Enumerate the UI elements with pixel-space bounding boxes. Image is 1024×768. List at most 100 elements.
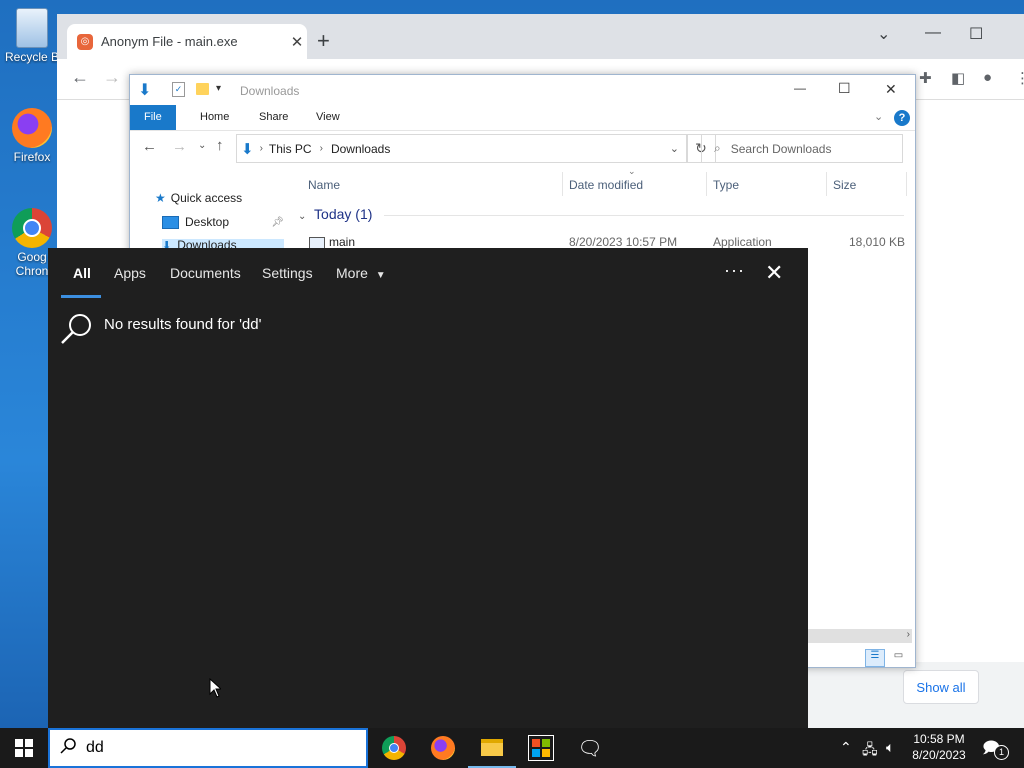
- breadcrumb-this-pc[interactable]: This PC: [269, 142, 312, 156]
- column-type[interactable]: Type: [713, 178, 739, 192]
- details-view-icon[interactable]: ☰: [865, 649, 885, 667]
- taskbar-store[interactable]: [517, 728, 565, 768]
- help-icon[interactable]: ?: [894, 110, 910, 126]
- desktop-icon-label: Firefox: [13, 150, 51, 164]
- search-filter-tabs: All Apps Documents Settings More ▼ ··· ✕: [48, 248, 808, 298]
- maximize-icon[interactable]: ☐: [969, 24, 983, 44]
- column-divider[interactable]: [826, 172, 827, 196]
- tab-close-icon[interactable]: ✕: [287, 33, 307, 51]
- ribbon-tab-view[interactable]: View: [316, 105, 340, 130]
- column-name[interactable]: Name: [308, 178, 340, 192]
- clock-date: 8/20/2023: [912, 748, 966, 762]
- taskbar-chrome[interactable]: [370, 728, 418, 768]
- column-divider[interactable]: [706, 172, 707, 196]
- file-explorer-icon: [481, 738, 503, 756]
- tab-all[interactable]: All: [73, 265, 91, 281]
- close-icon[interactable]: ✕: [885, 81, 897, 98]
- file-date: 8/20/2023 10:57 PM: [569, 235, 678, 249]
- browser-tab[interactable]: ◎ Anonym File - main.exe ✕: [67, 24, 307, 59]
- volume-icon[interactable]: 🔈︎: [886, 739, 894, 756]
- column-size[interactable]: Size: [833, 178, 856, 192]
- large-icons-view-icon[interactable]: ▭: [889, 650, 907, 666]
- chevron-down-icon: ▼: [375, 270, 386, 281]
- action-center-button[interactable]: 🗩︎ 1: [982, 737, 1009, 760]
- ribbon-tab-file[interactable]: File: [130, 105, 176, 130]
- download-arrow-icon: ⬇: [138, 82, 152, 99]
- tab-search-icon[interactable]: ⌄: [877, 24, 890, 44]
- network-icon[interactable]: 🖧︎: [862, 739, 878, 763]
- minimize-icon[interactable]: —: [925, 24, 941, 42]
- browser-tab-bar: ◎ Anonym File - main.exe ✕ + ⌄ — ☐: [57, 14, 1024, 59]
- explorer-title: Downloads: [240, 84, 300, 98]
- show-hidden-icons-icon[interactable]: ⌃: [840, 739, 852, 756]
- ribbon-tab-share[interactable]: Share: [259, 105, 288, 130]
- breadcrumb-downloads[interactable]: Downloads: [331, 142, 390, 156]
- search-placeholder: Search Downloads: [730, 141, 832, 156]
- desktop-icon-recycle-bin[interactable]: Recycle B: [0, 8, 64, 64]
- nav-quick-access[interactable]: ★ Quick access: [155, 191, 242, 205]
- forward-icon[interactable]: →: [172, 138, 187, 155]
- ribbon-tab-home[interactable]: Home: [200, 105, 229, 130]
- group-header-today[interactable]: ⌄ Today (1): [298, 206, 905, 222]
- firefox-icon: [12, 108, 52, 148]
- address-bar[interactable]: ⬇ › This PC › Downloads ⌄: [236, 134, 688, 163]
- address-row: ← → ⌄ ↑ ⬇ › This PC › Downloads ⌄ ↻ ⌕ Se…: [130, 130, 915, 166]
- quick-access-dropdown-icon[interactable]: ▾: [216, 83, 221, 94]
- minimize-icon[interactable]: —: [794, 81, 806, 95]
- show-all-button[interactable]: Show all: [903, 670, 979, 704]
- group-label: Today (1): [314, 206, 373, 222]
- new-tab-icon[interactable]: +: [317, 28, 330, 54]
- properties-icon[interactable]: ✓: [172, 82, 185, 97]
- taskbar-firefox[interactable]: [419, 728, 467, 768]
- tab-more-label: More: [336, 265, 368, 281]
- search-icon: [60, 312, 94, 351]
- extension-icon[interactable]: ✚: [919, 69, 932, 87]
- breadcrumb-separator-icon: ›: [319, 143, 323, 154]
- tab-documents[interactable]: Documents: [170, 265, 241, 281]
- clock[interactable]: 10:58 PM 8/20/2023: [904, 731, 974, 763]
- column-divider[interactable]: [906, 172, 907, 196]
- explorer-search-box[interactable]: ⌕ Search Downloads: [701, 134, 903, 163]
- tab-more[interactable]: More ▼: [336, 265, 386, 281]
- more-options-icon[interactable]: ···: [724, 260, 745, 281]
- collapse-icon: ⌄: [298, 211, 307, 222]
- taskbar-search-box[interactable]: [48, 728, 368, 768]
- tab-apps[interactable]: Apps: [114, 265, 146, 281]
- tab-settings[interactable]: Settings: [262, 265, 313, 281]
- download-folder-icon: ⬇: [241, 140, 254, 158]
- recycle-bin-icon: [16, 8, 48, 48]
- back-icon[interactable]: ←: [71, 67, 89, 88]
- file-type: Application: [713, 235, 772, 249]
- desktop-icon-firefox[interactable]: Firefox: [0, 108, 64, 164]
- scroll-right-icon[interactable]: ›: [907, 629, 910, 640]
- address-dropdown-icon[interactable]: ⌄: [670, 142, 679, 155]
- close-icon[interactable]: ✕: [765, 260, 783, 286]
- desktop-folder-icon: [162, 215, 179, 229]
- back-icon[interactable]: ←: [142, 138, 157, 155]
- column-divider[interactable]: [562, 172, 563, 196]
- horizontal-scrollbar[interactable]: ›: [808, 629, 912, 643]
- firefox-icon: [431, 736, 455, 760]
- profile-icon[interactable]: ●: [983, 69, 992, 86]
- nav-desktop[interactable]: Desktop 📌︎: [162, 215, 284, 229]
- maximize-icon[interactable]: ☐: [838, 80, 851, 97]
- up-icon[interactable]: ↑: [216, 137, 224, 154]
- no-results-message: No results found for 'dd': [104, 316, 262, 333]
- side-panel-icon[interactable]: ◧: [951, 69, 965, 87]
- recent-locations-icon[interactable]: ⌄: [198, 140, 206, 151]
- menu-icon[interactable]: ⋮: [1015, 69, 1024, 87]
- nav-label: Desktop: [185, 215, 230, 229]
- forward-icon[interactable]: →: [103, 67, 121, 88]
- sort-indicator-icon: ⌄: [628, 166, 636, 176]
- desktop-icon-label: Recycle B: [4, 50, 60, 64]
- breadcrumb-separator-icon: ›: [259, 143, 263, 154]
- start-button[interactable]: [0, 728, 48, 768]
- taskbar-file-explorer[interactable]: [468, 728, 516, 768]
- ribbon-expand-icon[interactable]: ⌄: [874, 110, 883, 123]
- new-folder-icon[interactable]: [196, 83, 209, 95]
- view-buttons: ☰ ▭: [865, 645, 907, 667]
- search-input[interactable]: [84, 738, 328, 758]
- column-date-modified[interactable]: Date modified: [569, 178, 643, 192]
- taskbar-feedback-hub[interactable]: 🗨︎: [566, 728, 614, 768]
- search-icon: [60, 737, 76, 759]
